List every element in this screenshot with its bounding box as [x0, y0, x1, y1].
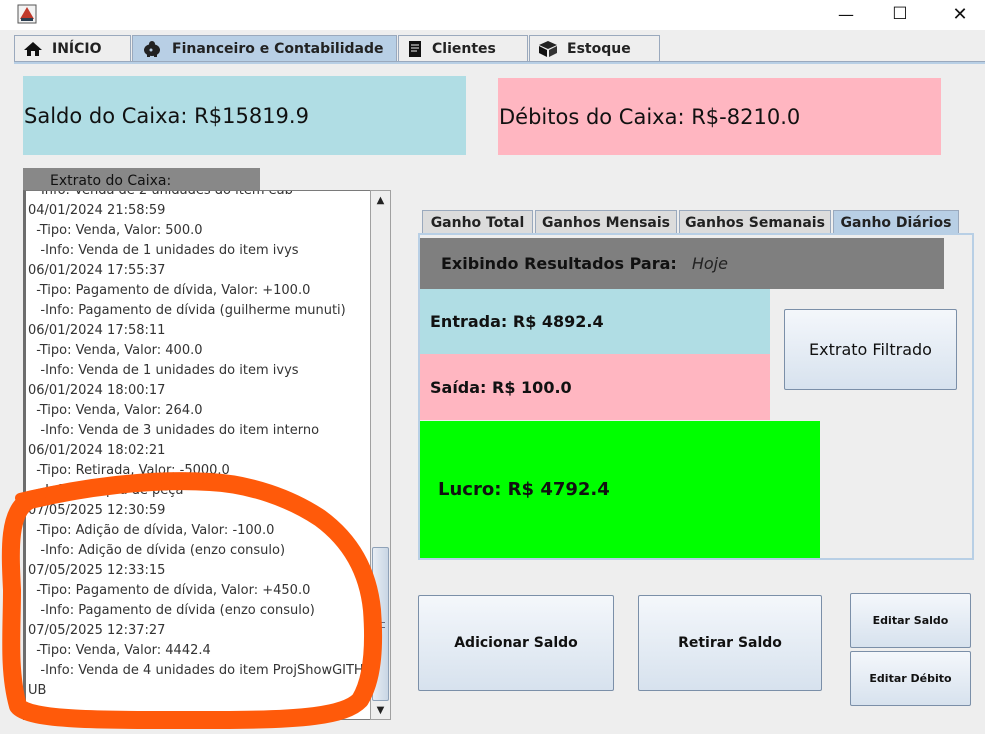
- maximize-button[interactable]: ☐: [877, 0, 923, 28]
- extrato-line: 06/01/2024 17:55:37: [28, 263, 166, 278]
- editar-saldo-button[interactable]: Editar Saldo: [850, 593, 971, 648]
- tab-ganhos-mensais[interactable]: Ganhos Mensais: [535, 210, 677, 234]
- tab-ganho-diarios[interactable]: Ganho Diários: [833, 210, 959, 234]
- tab-estoque[interactable]: Estoque: [529, 35, 660, 61]
- extrato-line: -Info: Venda de 2 unidades do item eab: [28, 190, 293, 198]
- tab-clientes-label: Clientes: [432, 40, 496, 57]
- extrato-lines: -Info: Venda de 2 unidades do item eab 04…: [28, 190, 368, 701]
- extrato-line: -Info: Pagamento de dívida (enzo consulo…: [28, 603, 315, 618]
- main-tab-bar: INÍCIO Financeiro e Contabilidade Client…: [14, 34, 985, 62]
- extrato-text-area[interactable]: -Info: Venda de 2 unidades do item eab 04…: [23, 190, 391, 720]
- tab-estoque-label: Estoque: [567, 40, 631, 57]
- scroll-thumb[interactable]: [372, 547, 389, 701]
- extrato-line: 06/01/2024 17:58:11: [28, 323, 166, 338]
- scroll-up-arrow-icon[interactable]: ▲: [371, 191, 390, 209]
- tab-ganho-total[interactable]: Ganho Total: [422, 210, 533, 234]
- adicionar-saldo-button[interactable]: Adicionar Saldo: [418, 595, 614, 691]
- exibindo-value: Hoje: [691, 254, 728, 273]
- debitos-caixa-label: Débitos do Caixa: R$-8210.0: [498, 78, 941, 155]
- extrato-line: 07/05/2025 12:33:15: [28, 563, 166, 578]
- extrato-line: -Tipo: Venda, Valor: 400.0: [28, 343, 203, 358]
- extrato-line: 07/05/2025 12:37:27: [28, 623, 166, 638]
- extrato-line: 07/05/2025 12:30:59: [28, 503, 166, 518]
- extrato-line: -Tipo: Venda, Valor: 500.0: [28, 223, 203, 238]
- minimize-button[interactable]: —: [823, 0, 869, 28]
- tab-inicio-label: INÍCIO: [52, 40, 102, 57]
- home-icon: [24, 41, 42, 56]
- extrato-line: UB: [28, 683, 47, 698]
- editar-debito-button[interactable]: Editar Débito: [850, 651, 971, 706]
- entrada-label: Entrada: R$ 4892.4: [420, 289, 770, 354]
- extrato-line: -Info: Pagamento de dívida (guilherme mu…: [28, 303, 346, 318]
- exibindo-resultados-bar: Exibindo Resultados Para: Hoje: [420, 238, 944, 289]
- extrato-line: -Info: Venda de 4 unidades do item ProjS…: [28, 663, 364, 678]
- extrato-line: 06/01/2024 18:02:21: [28, 443, 166, 458]
- extrato-line: -Tipo: Pagamento de dívida, Valor: +450.…: [28, 583, 311, 598]
- extrato-line: -Info: Venda de 3 unidades do item inter…: [28, 423, 320, 438]
- tab-underline: [14, 61, 985, 64]
- saldo-caixa-label: Saldo do Caixa: R$15819.9: [23, 76, 466, 155]
- lucro-label: Lucro: R$ 4792.4: [420, 421, 820, 558]
- extrato-line: -Tipo: Pagamento de dívida, Valor: +100.…: [28, 283, 311, 298]
- extrato-line: -Tipo: Venda, Valor: 4442.4: [28, 643, 211, 658]
- tab-ganhos-semanais[interactable]: Ganhos Semanais: [679, 210, 831, 234]
- tab-financeiro[interactable]: Financeiro e Contabilidade: [132, 35, 397, 61]
- scroll-grip-icon: [377, 622, 385, 628]
- title-bar: — ☐ ✕: [0, 0, 985, 30]
- document-icon: [409, 40, 421, 57]
- exibindo-label: Exibindo Resultados Para:: [441, 254, 677, 273]
- tab-financeiro-label: Financeiro e Contabilidade: [172, 40, 384, 57]
- extrato-scrollbar[interactable]: ▲ ▼: [370, 190, 391, 720]
- extrato-line: -Info: Venda de 1 unidades do item ivys: [28, 363, 299, 378]
- extrato-line: -Info: Venda de 1 unidades do item ivys: [28, 243, 299, 258]
- extrato-line: -Tipo: Venda, Valor: 264.0: [28, 403, 203, 418]
- app-icon: [17, 4, 37, 24]
- extrato-title: Extrato do Caixa:: [23, 168, 260, 190]
- tab-inicio[interactable]: INÍCIO: [14, 35, 131, 61]
- scroll-down-arrow-icon[interactable]: ▼: [371, 701, 390, 719]
- extrato-filtrado-button[interactable]: Extrato Filtrado: [784, 309, 957, 390]
- close-button[interactable]: ✕: [937, 0, 983, 28]
- extrato-line: -Info: Adição de dívida (enzo consulo): [28, 543, 286, 558]
- tab-clientes[interactable]: Clientes: [398, 35, 528, 61]
- box-icon: [539, 40, 557, 57]
- extrato-line: -Tipo: Adição de dívida, Valor: -100.0: [28, 523, 275, 538]
- saida-label: Saída: R$ 100.0: [420, 354, 770, 420]
- extrato-line: 04/01/2024 21:58:59: [28, 203, 166, 218]
- piggy-bank-icon: [144, 40, 160, 57]
- extrato-line: 06/01/2024 18:00:17: [28, 383, 166, 398]
- extrato-line: -Info: compra de peça: [28, 483, 184, 498]
- retirar-saldo-button[interactable]: Retirar Saldo: [638, 595, 822, 691]
- extrato-line: -Tipo: Retirada, Valor: -5000.0: [28, 463, 230, 478]
